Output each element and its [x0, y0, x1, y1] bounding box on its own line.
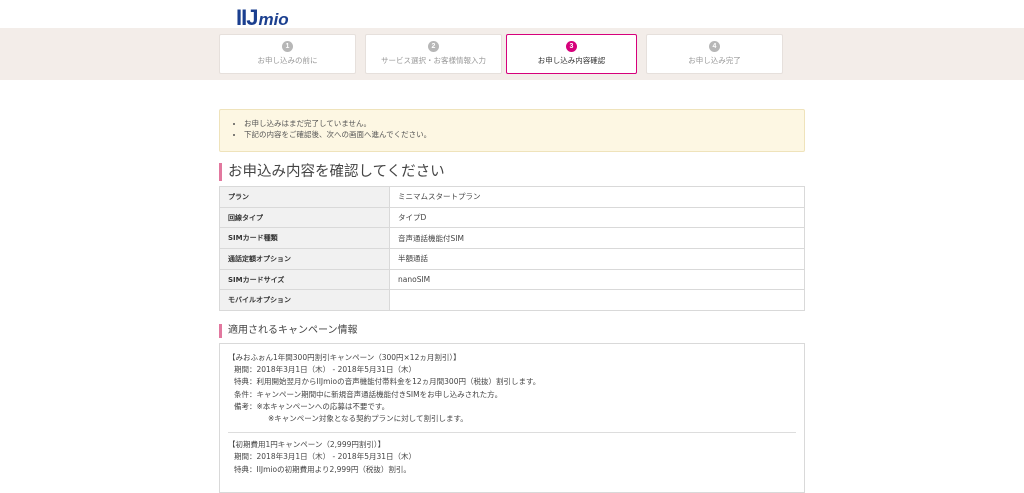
confirm-title: お申込み内容を確認してください: [219, 163, 445, 181]
iijmio-logo[interactable]: IIJ mio: [236, 5, 289, 30]
step-label: お申し込み内容確認: [537, 56, 606, 65]
campaign-condition: 条件：キャンペーン期間中に新規音声通話機能付きSIMをお申し込みされた方。: [234, 389, 503, 399]
logo-sub: mio: [258, 10, 289, 29]
table-row: 回線タイプ タイプD: [219, 206, 805, 229]
step-number: 1: [282, 41, 293, 52]
divider: [228, 432, 796, 434]
step-4: 4 お申し込み完了: [646, 34, 783, 74]
row-value: 半額通話: [389, 248, 805, 270]
table-row: プラン ミニマムスタートプラン: [219, 186, 805, 208]
step-label: お申し込み完了: [688, 56, 741, 65]
campaign-benefit: 特典：IIJmioの初期費用より2,999円（税抜）割引。: [234, 464, 411, 474]
row-value: 音声通話機能付SIM: [389, 227, 805, 250]
progress-steps: 1 お申し込みの前に 2 サービス選択・お客様情報入力 3 お申し込み内容確認 …: [0, 28, 1024, 80]
table-row: モバイルオプション: [219, 289, 805, 312]
row-value: タイプD: [389, 206, 805, 229]
row-label: SIMカード種類: [219, 227, 390, 250]
row-label: 回線タイプ: [219, 206, 390, 229]
campaign-period: 期間：2018年3月1日（木） - 2018年5月31日（木）: [234, 365, 417, 375]
row-value: nanoSIM: [389, 268, 805, 291]
notice-item: お申し込みはまだ完了していません。: [244, 118, 804, 129]
row-label: SIMカードサイズ: [219, 268, 390, 291]
campaign-title: 適用されるキャンペーン情報: [219, 324, 358, 338]
campaign-note: ※キャンペーン対象となる契約プランに対して割引します。: [268, 414, 468, 424]
table-row: 通話定額オプション 半額通話: [219, 248, 805, 270]
step-1: 1 お申し込みの前に: [219, 34, 356, 74]
notice-item: 下記の内容をご確認後、次への画面へ進んでください。: [244, 129, 804, 140]
incomplete-notice: お申し込みはまだ完了していません。 下記の内容をご確認後、次への画面へ進んでくだ…: [219, 109, 805, 152]
row-label: 通話定額オプション: [219, 248, 390, 270]
row-value: ミニマムスタートプラン: [389, 186, 805, 208]
row-label: プラン: [219, 186, 390, 208]
step-label: サービス選択・お客様情報入力: [381, 56, 486, 65]
campaign-note: 備考：※本キャンペーンへの応募は不要です。: [234, 401, 390, 411]
step-2: 2 サービス選択・お客様情報入力: [365, 34, 502, 74]
row-label: モバイルオプション: [219, 289, 390, 312]
campaign-info-box: 【みおふぉん1年間300円割引キャンペーン（300円×12ヵ月割引）】 期間：2…: [219, 343, 805, 493]
row-value: [389, 289, 805, 312]
step-number: 4: [709, 41, 720, 52]
step-number: 3: [566, 41, 577, 52]
campaign-benefit: 特典：利用開始翌月からIIJmioの音声機能付帯料金を12ヵ月間300円（税抜）…: [234, 377, 541, 387]
step-label: お申し込みの前に: [257, 56, 318, 65]
campaign-period: 期間：2018年3月1日（木） - 2018年5月31日（木）: [234, 452, 417, 462]
campaign-name: 【みおふぉん1年間300円割引キャンペーン（300円×12ヵ月割引）】: [228, 353, 461, 362]
step-3-current: 3 お申し込み内容確認: [506, 34, 637, 74]
order-summary-table: プラン ミニマムスタートプラン 回線タイプ タイプD SIMカード種類 音声通話…: [219, 186, 805, 312]
step-number: 2: [428, 41, 439, 52]
campaign-name: 【初期費用1円キャンペーン（2,999円割引）】: [228, 440, 386, 450]
table-row: SIMカード種類 音声通話機能付SIM: [219, 227, 805, 250]
table-row: SIMカードサイズ nanoSIM: [219, 268, 805, 291]
